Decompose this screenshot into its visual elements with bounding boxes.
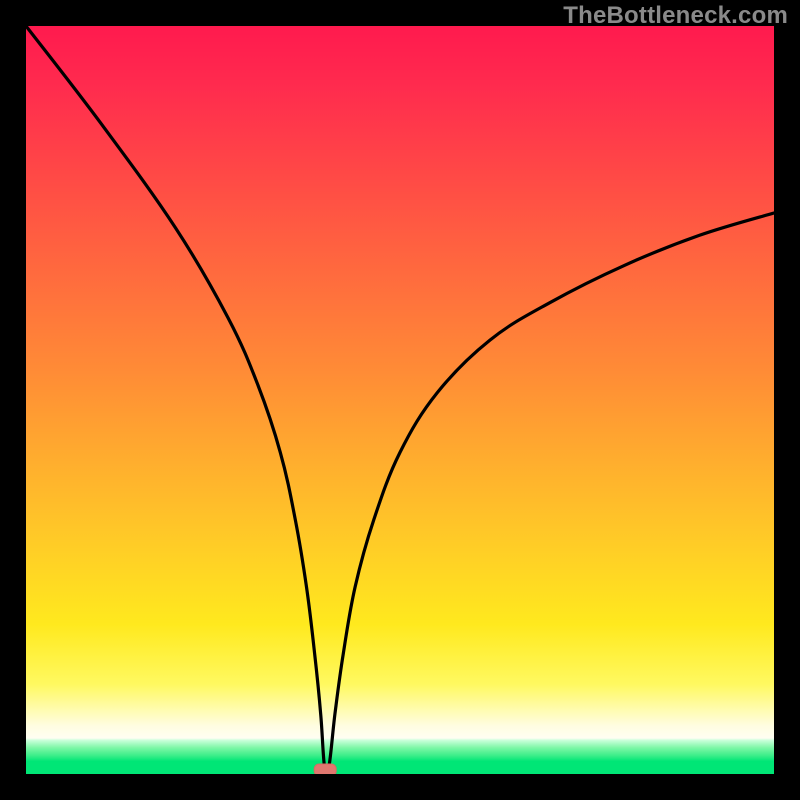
minimum-marker	[314, 764, 336, 774]
curve-layer	[26, 26, 774, 774]
plot-area	[26, 26, 774, 774]
bottleneck-curve	[26, 26, 774, 774]
watermark-text: TheBottleneck.com	[563, 2, 788, 30]
chart-frame: TheBottleneck.com	[0, 0, 800, 800]
